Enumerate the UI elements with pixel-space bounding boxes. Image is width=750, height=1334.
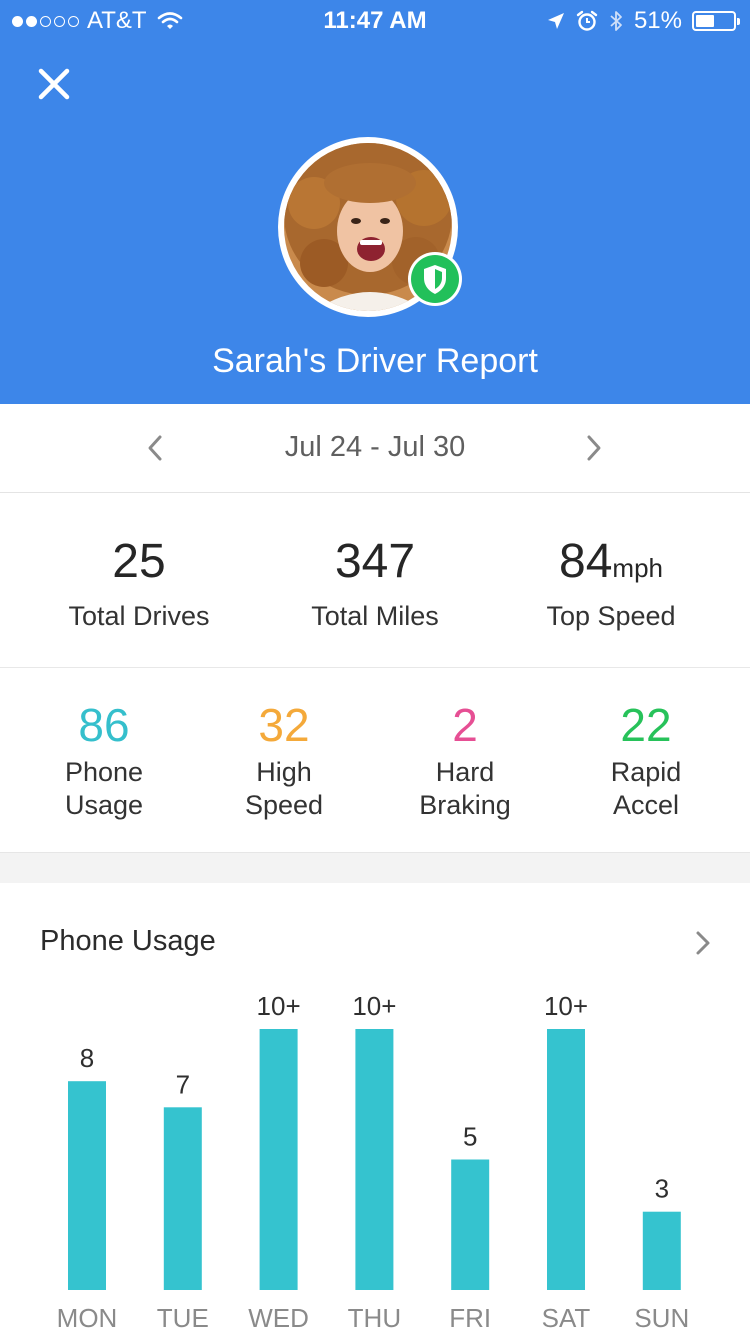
label-line: Speed [244,790,324,820]
phone-usage-chart: 8 MON 7 TUE 10+ WED 10+ THU 5 FRI 10+ SAT 3 SUN [57,991,690,1333]
bar-value-label: 10+ [257,991,301,1021]
label-line: Hard [435,757,495,787]
bar-value-label: 7 [176,1069,190,1099]
bar-mon [68,1081,106,1290]
total-drives-label: Total Drives [68,601,210,631]
total-miles-stat: 347 Total Miles [256,535,494,632]
bar-wed [259,1029,298,1290]
bar-sat [547,1029,585,1290]
hard-braking-count: 2 [452,699,478,751]
phone-usage-label: Phone Usage [14,756,194,822]
x-tick-label: THU [348,1303,401,1333]
battery-icon [692,11,740,31]
safe-driver-badge [406,250,464,308]
total-drives-stat: 25 Total Drives [20,535,258,632]
x-tick-label: SAT [542,1303,591,1333]
bar-tue [163,1107,202,1290]
bar-fri [451,1159,490,1290]
high-speed-label: High Speed [194,756,374,822]
location-arrow-icon [547,13,564,29]
date-range: Jul 24 - Jul 30 [284,431,466,463]
battery-nub [737,18,740,25]
status-right: 51% [546,7,740,35]
phone-usage-card[interactable]: Phone Usage 8 MON 7 TUE 10+ WED 10+ THU 5 FRI 10+ S… [0,883,750,1334]
bluetooth-icon [610,11,622,31]
next-week-button[interactable] [582,434,606,462]
shield-icon [408,252,462,306]
bar-value-label: 3 [655,1174,669,1204]
status-bar: AT&T 11:47 AM 51% [0,0,750,40]
high-speed-count: 32 [258,699,310,751]
x-tick-label: TUE [157,1303,209,1333]
report-title: Sarah's Driver Report [212,342,538,380]
bar-value-label: 10+ [544,991,588,1021]
label-line: Usage [64,790,144,820]
battery-fill [696,15,715,27]
label-line: Braking [419,790,511,820]
x-tick-label: SUN [634,1303,689,1333]
driving-events: 86 Phone Usage 32 High Speed 2 Hard Braking… [0,668,750,853]
total-drives-value: 25 [112,535,166,588]
alarm-icon [576,10,598,31]
hard-braking-stat[interactable]: 2 Hard Braking [375,698,555,822]
x-tick-label: WED [248,1303,309,1333]
stat-value: 347 [256,535,494,595]
section-divider [0,853,750,883]
stat-value: 25 [20,535,258,595]
label-line: High [256,757,312,787]
high-speed-stat[interactable]: 32 High Speed [194,698,374,822]
top-speed-value: 84 [559,535,613,588]
close-icon [38,68,70,100]
close-button[interactable] [34,64,74,104]
chevron-right-icon [587,435,601,461]
top-speed-label: Top Speed [546,601,676,631]
stat-value: 84mph [492,535,730,595]
x-tick-label: MON [57,1303,118,1333]
bar-value-label: 8 [80,1043,94,1073]
top-speed-unit: mph [612,553,663,583]
phone-usage-count: 86 [78,699,130,751]
rapid-accel-label: Rapid Accel [556,756,736,822]
total-miles-value: 347 [334,535,416,588]
bar-value-label: 10+ [352,991,396,1021]
label-line: Phone [64,757,144,787]
rapid-accel-stat[interactable]: 22 Rapid Accel [556,698,736,822]
trip-totals: 25 Total Drives 347 Total Miles 84mph To… [0,493,750,668]
bar-thu [355,1029,394,1290]
report-header: AT&T 11:47 AM 51% Sarah's Driver Report [0,0,750,404]
rapid-accel-count: 22 [620,699,672,751]
x-tick-label: FRI [449,1303,491,1333]
phone-usage-stat[interactable]: 86 Phone Usage [14,698,194,822]
battery-percent: 51% [633,7,682,34]
top-speed-stat: 84mph Top Speed [492,535,730,632]
hard-braking-label: Hard Braking [375,756,555,822]
label-line: Accel [612,790,680,820]
total-miles-label: Total Miles [311,601,439,631]
bar-sun [642,1211,681,1290]
label-line: Rapid [610,757,682,787]
date-navigator: Jul 24 - Jul 30 [0,404,750,493]
bar-value-label: 5 [463,1122,477,1152]
